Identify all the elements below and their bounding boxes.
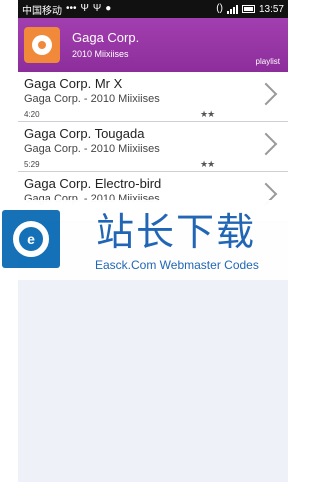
track-title: Gaga Corp. Mr X: [24, 76, 123, 91]
disc-icon: [32, 35, 52, 55]
playlist-button[interactable]: playlist: [256, 57, 280, 66]
status-bar: 中国移动 ••• Ψ Ψ ● () 13:57: [18, 0, 288, 18]
album-header: Gaga Corp. 2010 Miixiises playlist: [18, 18, 288, 72]
album-name: 2010 Miixiises: [72, 49, 129, 59]
battery-icon: [241, 5, 255, 13]
clock-time: 13:57: [258, 3, 284, 15]
track-subtitle: Gaga Corp. - 2010 Miixiises: [24, 143, 160, 155]
rating-stars-icon: ★★: [200, 159, 215, 169]
usb-icon: Ψ: [80, 3, 89, 14]
usb-debug-icon: Ψ: [92, 3, 102, 14]
track-title: Gaga Corp. Electro-bird: [24, 176, 162, 191]
watermark-title: 站长下载: [96, 210, 257, 254]
watermark-banner: e 站长下载 Easck.Com Webmaster Codes: [0, 200, 306, 280]
watermark-logo-glyph: e: [13, 221, 49, 257]
album-art-icon[interactable]: [24, 27, 60, 63]
carrier-label: 中国移动: [22, 5, 62, 17]
signal-icon: [226, 4, 238, 14]
album-artist-title: Gaga Corp.: [72, 30, 140, 45]
track-row[interactable]: Gaga Corp. Tougada Gaga Corp. - 2010 Mii…: [18, 122, 288, 172]
track-row[interactable]: Gaga Corp. Mr X Gaga Corp. - 2010 Miixii…: [18, 72, 288, 122]
watermark-logo-icon: e: [2, 210, 60, 268]
more-dots-icon: •••: [66, 3, 77, 14]
track-subtitle: Gaga Corp. - 2010 Miixiises: [24, 93, 160, 105]
watermark-subtitle: Easck.Com Webmaster Codes: [95, 258, 259, 272]
track-duration: 4:20: [24, 110, 40, 119]
track-title: Gaga Corp. Tougada: [24, 126, 145, 141]
track-duration: 5:29: [24, 160, 40, 169]
rating-stars-icon: ★★: [200, 109, 215, 119]
vibrate-icon: (): [216, 3, 223, 14]
notification-icon: ●: [105, 3, 112, 14]
